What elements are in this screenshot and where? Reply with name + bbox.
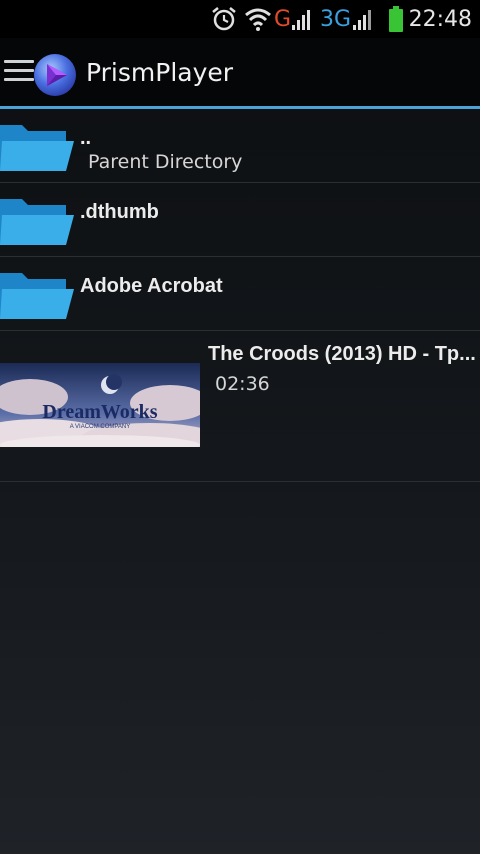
status-bar: G 3G 22:48 xyxy=(0,0,480,38)
network-3g-label: 3G xyxy=(320,6,352,32)
app-title: PrismPlayer xyxy=(86,58,234,87)
list-item-video[interactable]: DreamWorks A VIACOM COMPANY The Croods (… xyxy=(0,331,480,482)
file-list: .. Parent Directory .dthumb Adobe Acroba… xyxy=(0,109,480,482)
list-item-title: .dthumb xyxy=(80,201,159,223)
wifi-icon xyxy=(244,0,272,38)
thumbnail-sub-text: A VIACOM COMPANY xyxy=(69,424,131,430)
video-thumbnail: DreamWorks A VIACOM COMPANY xyxy=(0,363,200,447)
signal-3g-icon: 3G xyxy=(320,0,377,38)
network-g-label: G xyxy=(274,6,292,32)
list-item-title: .. xyxy=(80,127,92,149)
alarm-icon xyxy=(210,0,238,38)
video-duration: 02:36 xyxy=(215,373,270,395)
thumbnail-logo-text: DreamWorks xyxy=(42,401,158,423)
list-item-dthumb[interactable]: .dthumb xyxy=(0,183,480,257)
folder-icon xyxy=(0,197,74,247)
signal-g-icon: G xyxy=(274,0,313,38)
battery-icon xyxy=(388,0,404,38)
folder-icon xyxy=(0,271,74,321)
list-item-adobe-acrobat[interactable]: Adobe Acrobat xyxy=(0,257,480,331)
menu-icon[interactable] xyxy=(4,60,34,84)
list-item-subtitle: Parent Directory xyxy=(88,151,243,173)
list-item-parent-directory[interactable]: .. Parent Directory xyxy=(0,109,480,183)
status-clock: 22:48 xyxy=(408,7,472,32)
list-item-title: Adobe Acrobat xyxy=(80,275,223,297)
app-logo-icon[interactable] xyxy=(32,52,78,98)
video-title: The Croods (2013) HD - Tp... xyxy=(208,343,476,365)
folder-icon xyxy=(0,123,74,173)
